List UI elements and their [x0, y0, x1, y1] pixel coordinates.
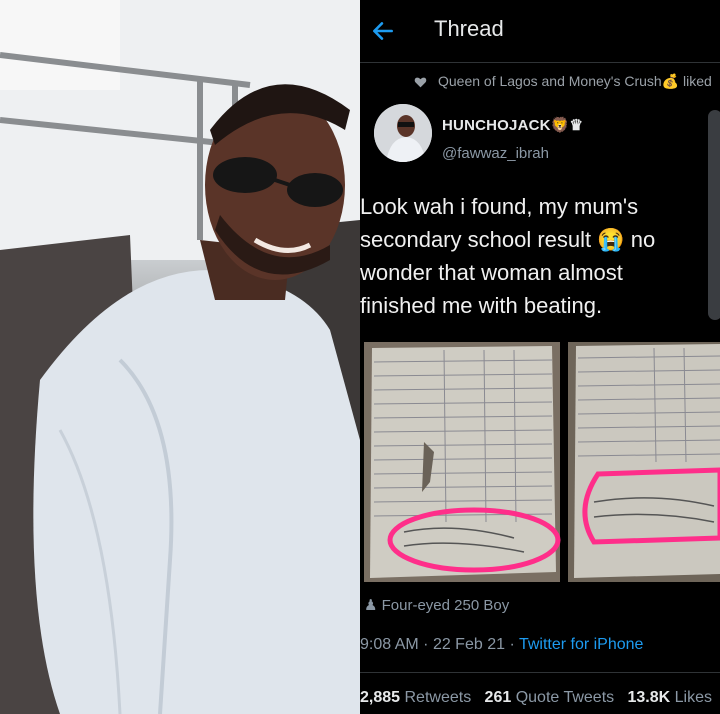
- retweets-label: Retweets: [404, 689, 472, 706]
- likes-stat[interactable]: 13.8K Likes: [627, 689, 712, 706]
- person-icon: ♟: [364, 597, 378, 614]
- tweet-date[interactable]: 22 Feb 21: [433, 636, 505, 653]
- arrow-left-icon[interactable]: [370, 18, 396, 44]
- author-name[interactable]: HUNCHOJACK🦁♛: [442, 116, 583, 134]
- retweets-count: 2,885: [360, 689, 401, 706]
- likes-label: Likes: [674, 689, 712, 706]
- page-title: Thread: [434, 16, 504, 41]
- tweet-text-line: finished me with beating.: [360, 293, 603, 318]
- tweet-source-link[interactable]: Twitter for iPhone: [519, 636, 644, 653]
- separator-dot: ·: [423, 636, 433, 653]
- result-sheet-image-1[interactable]: [364, 342, 561, 582]
- tweet-media[interactable]: [364, 342, 720, 582]
- separator-dot: ·: [509, 636, 519, 653]
- portrait-photo: [0, 0, 360, 714]
- heart-icon: [414, 77, 427, 88]
- collage: Thread Queen of Lagos and Money's Crush💰…: [0, 0, 720, 714]
- tweet-text-line: secondary school result 😭 no: [360, 227, 656, 252]
- quotes-stat[interactable]: 261 Quote Tweets: [485, 689, 615, 706]
- author-handle[interactable]: @fawwaz_ibrah: [442, 145, 549, 162]
- thread-header: Thread: [360, 0, 720, 63]
- media-caption: ♟ Four-eyed 250 Boy: [364, 596, 509, 614]
- tweet-text: Look wah i found, my mum's secondary sch…: [360, 190, 710, 322]
- media-caption-text: Four-eyed 250 Boy: [381, 597, 510, 614]
- divider: [360, 672, 720, 673]
- quotes-label: Quote Tweets: [515, 689, 615, 706]
- tweet-time[interactable]: 9:08 AM: [360, 636, 419, 653]
- social-context: Queen of Lagos and Money's Crush💰 liked: [438, 73, 712, 89]
- likes-count: 13.8K: [627, 689, 671, 706]
- tweet-text-line: Look wah i found, my mum's: [360, 194, 639, 219]
- tweet-panel: Thread Queen of Lagos and Money's Crush💰…: [360, 0, 720, 714]
- avatar[interactable]: [374, 104, 432, 162]
- result-sheet-image-2[interactable]: [568, 342, 720, 582]
- tweet-text-line: wonder that woman almost: [360, 260, 623, 285]
- quotes-count: 261: [484, 689, 512, 706]
- tweet-meta: 9:08 AM · 22 Feb 21 · Twitter for iPhone: [360, 636, 643, 654]
- tweet-stats: 2,885 Retweets 261 Quote Tweets 13.8K Li…: [360, 689, 712, 707]
- retweets-stat[interactable]: 2,885 Retweets: [360, 689, 471, 706]
